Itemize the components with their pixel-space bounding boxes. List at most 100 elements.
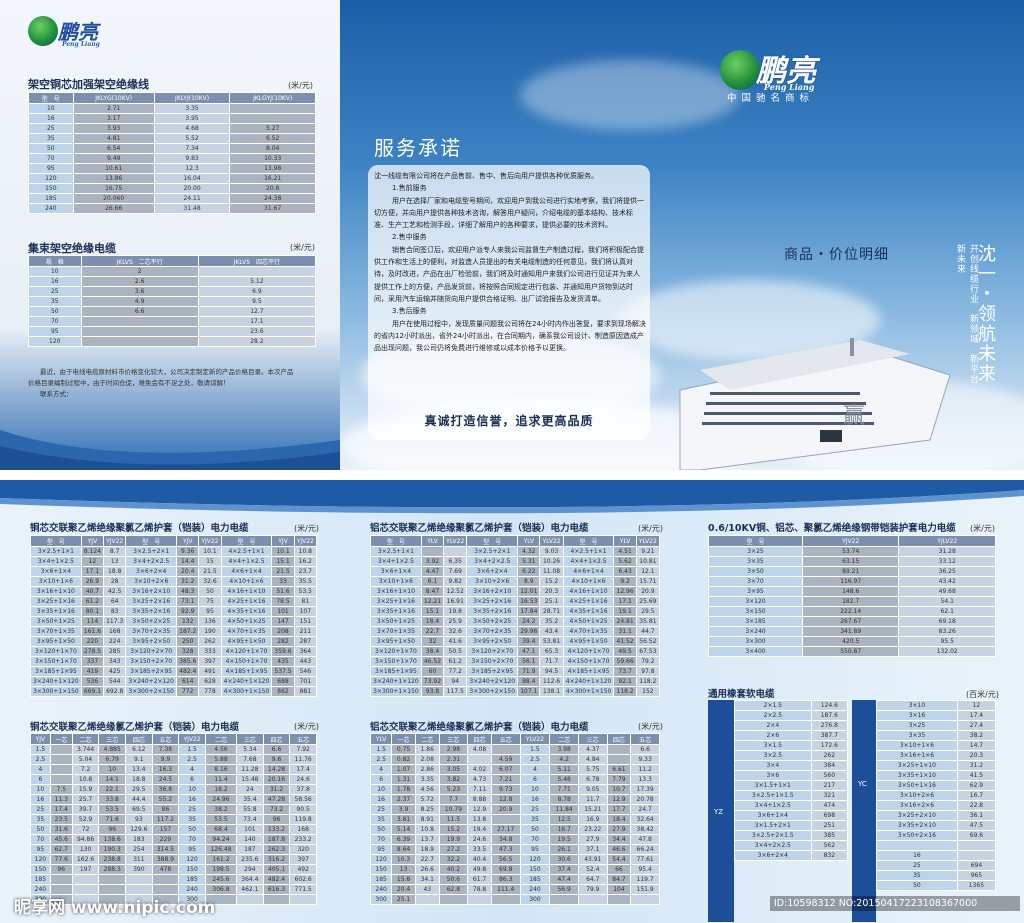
table-cell: 38.2	[956, 730, 997, 741]
table-cell: 86.3	[490, 874, 521, 885]
table-cell: 21.5	[271, 566, 295, 577]
table-cell: 3×240	[708, 626, 803, 637]
table-cell: 5.23	[438, 784, 469, 795]
table-cell: 20.00	[153, 183, 231, 194]
table-cell: 10	[98, 764, 127, 775]
table-row: 3×1.5+1×1 217	[734, 780, 849, 791]
table-cell: 24.11	[153, 193, 231, 204]
table-cell: 14.28	[262, 764, 291, 775]
table-cell: 20.8	[229, 183, 316, 194]
table-cell: 321	[810, 790, 849, 801]
table-cell: 16	[30, 794, 51, 805]
header-cell: YJV22	[293, 535, 318, 547]
table-cell: 7.38	[151, 744, 180, 755]
table-row: 3×35+1×10 41.5	[876, 770, 997, 781]
table-cell: 50.6	[438, 874, 469, 885]
table-cell	[49, 744, 73, 755]
table-cell: 13.7	[414, 834, 440, 845]
table-cell: 8.64	[391, 844, 416, 855]
table-cell: 24.7	[630, 804, 660, 815]
table-cell: 96	[49, 864, 73, 875]
table-cell: 32.2	[438, 854, 469, 865]
table-cell: 8.78	[549, 794, 579, 805]
table-cell: 17.4	[289, 764, 317, 775]
header-cell: 三芯	[236, 733, 264, 745]
table-cell: 4×70+1×35	[562, 626, 615, 637]
table-cell: 262	[198, 636, 222, 647]
table-cell: 3×240+1×120	[370, 676, 422, 687]
table-cell: 4×120+1×70	[562, 646, 615, 657]
table-cell: 15.71	[635, 576, 661, 587]
header-cell: 型 号	[125, 535, 178, 547]
table-row: 2×6 387.7	[734, 730, 849, 741]
table-header-row: 型 号 YLV YLV22 型 号 YLV YLV22 型 号 YLV YLV22	[370, 535, 661, 547]
table-cell: 10.3	[391, 854, 416, 865]
table-row: 3×6+2×4 832	[734, 850, 849, 861]
table-cell: 12.9	[606, 794, 632, 805]
table-cell: 9.05	[577, 784, 608, 795]
table-cell: 33	[271, 576, 295, 587]
table-cell: 94.86	[71, 834, 100, 845]
table-cell: 4×6+1×4	[562, 566, 615, 577]
table-row: 3×4 384	[734, 760, 849, 771]
table-cell: 198.5	[204, 864, 238, 875]
table-cell: 337	[80, 656, 105, 667]
table-cell: 42.5	[103, 586, 127, 597]
table-cell: 3×35+2×10	[876, 820, 958, 831]
table-cell: 3×95+2×50	[125, 636, 178, 647]
table-cell: 35	[178, 814, 206, 825]
table-cell: 26.6	[414, 864, 440, 875]
table-cell: 435	[271, 656, 295, 667]
table-cell: 3.82	[438, 774, 469, 785]
b6-unit: (百米/元)	[966, 690, 999, 699]
table-cell: 10.61	[72, 163, 155, 174]
table-row: 3×16 17.4	[876, 710, 997, 721]
table-cell: 4.59	[490, 754, 521, 765]
header-cell: 型 号	[708, 535, 803, 547]
table-cell: 58.56	[289, 794, 317, 805]
table-cell: 688	[271, 676, 295, 687]
table-cell: 70	[28, 153, 74, 164]
table-cell: 52.4	[577, 864, 608, 875]
table-cell: 56.1	[517, 656, 541, 667]
table-row: 3×10+1×6 26.9 28 3×10+2×6 31.2 32.6 4×10+1×6 33…	[30, 576, 318, 587]
table-cell: 89.21	[801, 566, 900, 577]
table-cell	[467, 754, 492, 765]
promise-title: 服务承诺	[374, 136, 462, 160]
header-cell: YLV	[420, 535, 445, 547]
table-cell: 614	[176, 676, 200, 687]
table-cell: 9.33	[630, 754, 660, 765]
table-cell: 71.9	[517, 666, 541, 677]
table-cell: 130	[71, 844, 100, 855]
table-cell: 238.8	[98, 854, 127, 865]
table-cell: 93	[125, 814, 153, 825]
note-line-2: 价格目录编制过程中，由于时间仓促，难免会有不足之处，敬请谅解！	[28, 379, 230, 387]
t2-title: 集束架空绝缘电缆	[28, 242, 116, 255]
table-cell: 13.98	[229, 163, 316, 174]
table-cell: 138.6	[98, 834, 127, 845]
table-cell: 4×150+1×70	[220, 656, 273, 667]
table-cell: 16.91	[443, 596, 468, 607]
table-cell: 287	[293, 636, 318, 647]
table-armored-022: 型 号 YJV22 YJLV22 3×25 53.74 31.28 3×35 63.15 33.…	[708, 535, 996, 657]
table-row: 3×95 148.6 49.68	[708, 586, 996, 597]
table-cell: 7.79	[606, 774, 632, 785]
watermark-right: ID:10598312 NO:20150417223108367000	[770, 896, 1020, 911]
table-row: 3×10+1×6 6.1 9.82 3×10+2×6 8.9 15.2 4×10+1×6 9.…	[370, 576, 661, 587]
table-cell: 55.8	[236, 804, 264, 815]
table-cell: 73.1	[176, 596, 200, 607]
table-cell: 3×25	[876, 720, 958, 731]
table-cell: 4	[369, 764, 393, 775]
table-cell: 55.2	[151, 794, 180, 805]
header-cell: YJV	[176, 535, 200, 547]
table-cell: 333	[198, 646, 222, 657]
table-cell: 27.17	[490, 824, 521, 835]
table-cell: 48.3	[176, 586, 200, 597]
table-cell	[956, 840, 997, 851]
table-cell: 278.5	[80, 646, 105, 657]
table-cell: 12.01	[517, 586, 541, 597]
table-cell: 7.5	[49, 784, 73, 795]
table-cell: 478	[151, 864, 180, 875]
table-row: 25 3.6 6.9	[28, 286, 317, 297]
table-cell: 3.93	[72, 123, 155, 134]
